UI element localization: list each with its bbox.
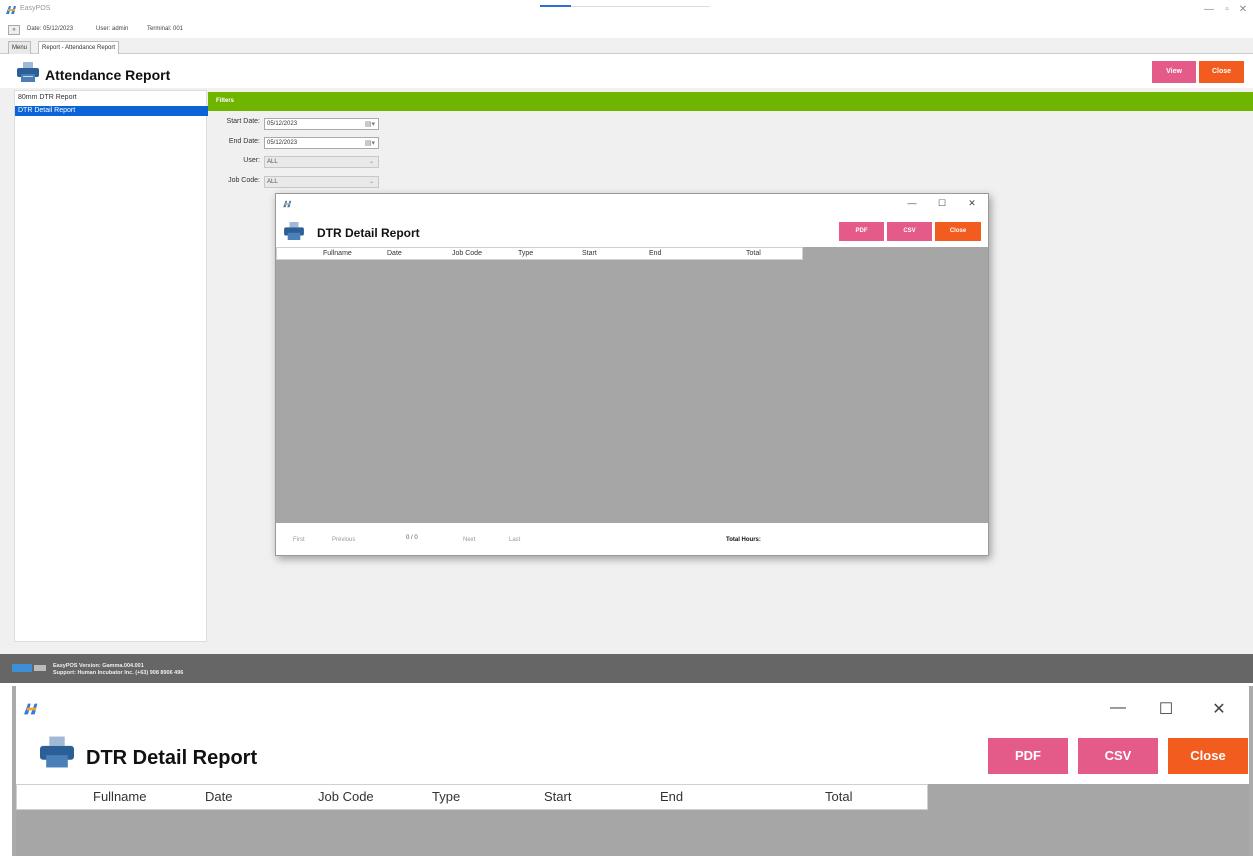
chevron-down-icon: ⌄	[368, 159, 374, 165]
report-item-80mm-dtr[interactable]: 80mm DTR Report	[15, 93, 208, 103]
easypos-logo-icon	[283, 200, 292, 208]
easypos-logo-icon	[24, 703, 38, 715]
column-header-type[interactable]: Type	[432, 789, 460, 804]
pager-previous[interactable]: Previous	[332, 537, 355, 543]
dialog-title: DTR Detail Report	[317, 226, 420, 240]
start-date-picker[interactable]: 05/12/2023 ▤▾	[264, 118, 379, 130]
session-date: Date: 05/12/2023	[27, 26, 74, 32]
column-header-end[interactable]: End	[660, 789, 683, 804]
start-date-label: Start Date:	[226, 118, 260, 125]
report-header: Attendance Report View Close	[0, 54, 1253, 88]
end-date-value: 05/12/2023	[267, 140, 298, 146]
loading-progress-bar	[540, 5, 710, 7]
column-header-total[interactable]: Total	[825, 789, 852, 804]
printer-icon	[17, 62, 39, 82]
dialog-maximize-button[interactable]: ☐	[1157, 699, 1175, 719]
dialog-close-window-button[interactable]: ✕	[966, 198, 978, 209]
tab-bar: Menu Report - Attendance Report	[0, 38, 1253, 54]
total-hours-label: Total Hours:	[726, 537, 761, 543]
company-wordmark-icon	[34, 665, 46, 671]
grid-header: Fullname Date Job Code Type Start End To…	[16, 784, 928, 810]
dialog-close-button[interactable]: Close	[935, 222, 981, 241]
dialog-minimize-button[interactable]: —	[1109, 699, 1127, 717]
report-grid[interactable]: Fullname Date Job Code Type Start End To…	[16, 784, 1249, 856]
tab-menu[interactable]: Menu	[8, 41, 32, 54]
dialog-close-button[interactable]: Close	[1168, 738, 1248, 774]
close-window-button[interactable]: ✕	[1236, 4, 1250, 15]
column-header-start[interactable]: Start	[582, 250, 597, 257]
column-header-start[interactable]: Start	[544, 789, 571, 804]
dtr-detail-dialog-zoomed: — ☐ ✕ DTR Detail Report PDF CSV Close Fu…	[12, 686, 1253, 856]
pdf-button[interactable]: PDF	[839, 222, 884, 241]
support-text: Support: Human Incubator Inc. (+63) 908 …	[53, 670, 184, 676]
dtr-detail-dialog: — ☐ ✕ DTR Detail Report PDF CSV Close Fu…	[275, 193, 989, 556]
user-label: User:	[243, 157, 260, 164]
report-item-dtr-detail[interactable]: DTR Detail Report	[15, 106, 208, 116]
pager-last[interactable]: Last	[509, 537, 520, 543]
column-header-end[interactable]: End	[649, 250, 661, 257]
user-select[interactable]: ALL ⌄	[264, 156, 379, 168]
column-header-job-code[interactable]: Job Code	[318, 789, 374, 804]
app-window: EasyPOS — ▫ ✕ « Date: 05/12/2023 User: a…	[0, 0, 1253, 683]
maximize-button[interactable]: ▫	[1220, 4, 1234, 15]
column-header-fullname[interactable]: Fullname	[93, 789, 146, 804]
start-date-value: 05/12/2023	[267, 121, 298, 127]
grid-footer: First Previous 0 / 0 Next Last Total Hou…	[276, 523, 988, 555]
tab-attendance-report[interactable]: Report - Attendance Report	[38, 41, 120, 54]
job-code-label: Job Code:	[228, 177, 260, 184]
end-date-label: End Date:	[228, 138, 260, 145]
chevron-down-icon: ⌄	[368, 179, 374, 185]
user-select-value: ALL	[267, 159, 278, 165]
filters-header: Filters	[208, 92, 1253, 111]
printer-icon	[284, 222, 304, 240]
view-button[interactable]: View	[1152, 61, 1196, 83]
report-grid[interactable]: Fullname Date Job Code Type Start End To…	[276, 247, 988, 523]
printer-icon	[40, 736, 74, 768]
zoom-right-border	[1249, 686, 1253, 856]
column-header-date[interactable]: Date	[205, 789, 232, 804]
dialog-close-window-button[interactable]: ✕	[1210, 699, 1228, 719]
pager-next[interactable]: Next	[463, 537, 475, 543]
column-header-total[interactable]: Total	[746, 250, 761, 257]
calendar-icon[interactable]: ▤▾	[365, 120, 375, 130]
title-bar: EasyPOS — ▫ ✕	[0, 0, 1253, 22]
page-title: Attendance Report	[45, 67, 171, 83]
pager-first[interactable]: First	[293, 537, 305, 543]
pdf-button[interactable]: PDF	[988, 738, 1068, 774]
dialog-minimize-button[interactable]: —	[906, 198, 918, 208]
loading-progress-fill	[540, 5, 571, 7]
column-header-fullname[interactable]: Fullname	[323, 250, 352, 257]
session-info-bar: « Date: 05/12/2023 User: admin Terminal:…	[0, 22, 1253, 38]
filters-title: Filters	[216, 98, 235, 104]
pager-count: 0 / 0	[406, 535, 418, 541]
dialog-maximize-button[interactable]: ☐	[936, 198, 948, 209]
report-list: 80mm DTR Report DTR Detail Report	[14, 90, 208, 642]
job-code-select-value: ALL	[267, 179, 278, 185]
close-button[interactable]: Close	[1199, 61, 1244, 83]
app-title: EasyPOS	[20, 5, 51, 12]
column-header-date[interactable]: Date	[387, 250, 402, 257]
session-terminal: Terminal: 001	[147, 26, 184, 32]
minimize-button[interactable]: —	[1202, 4, 1216, 15]
csv-button[interactable]: CSV	[1078, 738, 1158, 774]
job-code-select[interactable]: ALL ⌄	[264, 176, 379, 188]
dialog-title: DTR Detail Report	[86, 747, 258, 769]
session-user: User: admin	[96, 26, 129, 32]
easypos-logo-icon	[6, 6, 16, 14]
grid-header: Fullname Date Job Code Type Start End To…	[276, 247, 803, 260]
end-date-picker[interactable]: 05/12/2023 ▤▾	[264, 137, 379, 149]
column-header-type[interactable]: Type	[518, 250, 533, 257]
calendar-icon[interactable]: ▤▾	[365, 139, 375, 149]
company-logo-icon	[12, 664, 32, 672]
column-header-job-code[interactable]: Job Code	[452, 250, 482, 257]
back-button[interactable]: «	[8, 25, 20, 35]
version-text: EasyPOS Version: Gamma.004.001	[53, 663, 144, 669]
status-bar: EasyPOS Version: Gamma.004.001 Support: …	[0, 654, 1253, 683]
csv-button[interactable]: CSV	[887, 222, 932, 241]
